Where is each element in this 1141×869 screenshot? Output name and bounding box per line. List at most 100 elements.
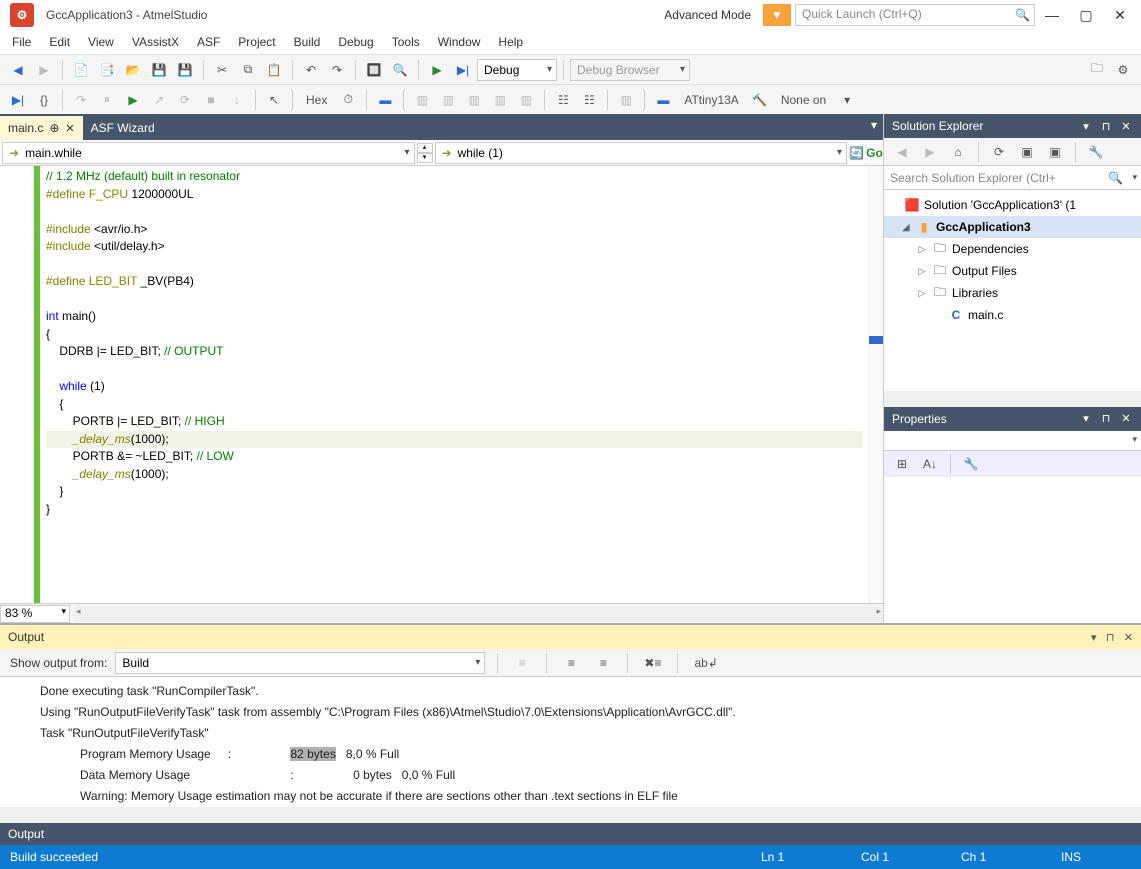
tree-solution[interactable]: 🟥 Solution 'GccApplication3' (1 — [884, 194, 1141, 216]
watch-icon[interactable]: ▥ — [614, 88, 638, 112]
fwd-icon[interactable]: ▶ — [918, 140, 942, 164]
window1-icon[interactable]: ▥ — [410, 88, 434, 112]
h-scrollbar[interactable] — [884, 391, 1141, 407]
pin-icon[interactable]: ⊓ — [1106, 632, 1115, 644]
menu-asf[interactable]: ASF — [197, 35, 220, 49]
save-icon[interactable]: 💾 — [147, 58, 171, 82]
h-scrollbar[interactable] — [0, 807, 1141, 823]
restart-icon[interactable]: ⟳ — [173, 88, 197, 112]
tab-output[interactable]: Output — [8, 827, 44, 841]
hex-button[interactable]: Hex — [299, 88, 334, 112]
redo-icon[interactable]: ↷ — [325, 58, 349, 82]
undo-icon[interactable]: ↶ — [299, 58, 323, 82]
toolbox-icon[interactable]: 🗀 — [1085, 58, 1109, 82]
tool-label[interactable]: None on — [774, 88, 833, 112]
pin-icon[interactable]: ⊕ — [49, 121, 59, 135]
step-icon[interactable]: ↓ — [225, 88, 249, 112]
minimize-button[interactable]: — — [1035, 3, 1069, 27]
output-text[interactable]: Done executing task "RunCompilerTask". U… — [0, 677, 1141, 807]
menu-edit[interactable]: Edit — [49, 35, 70, 49]
menu-vassistx[interactable]: VAssistX — [132, 35, 179, 49]
panel-menu-icon[interactable]: ▾ — [1079, 120, 1093, 133]
menu-build[interactable]: Build — [294, 35, 321, 49]
refresh-icon[interactable]: ⟳ — [987, 140, 1011, 164]
save-all-icon[interactable]: 💾 — [173, 58, 197, 82]
brackets-icon[interactable]: {} — [32, 88, 56, 112]
tab-overflow-icon[interactable]: ▾ — [871, 118, 877, 132]
advanced-mode-label[interactable]: Advanced Mode — [656, 6, 759, 24]
home-icon[interactable]: ⌂ — [946, 140, 970, 164]
add-item-icon[interactable]: 📑 — [95, 58, 119, 82]
stop-icon[interactable]: ■ — [199, 88, 223, 112]
tab-asf-wizard[interactable]: ASF Wizard — [83, 116, 163, 140]
sort-icon[interactable]: A↓ — [918, 452, 942, 476]
solution-search-input[interactable]: Search Solution Explorer (Ctrl+ 🔍 ▾ — [884, 166, 1141, 190]
cut-icon[interactable]: ✂ — [210, 58, 234, 82]
options-icon[interactable]: ⚙ — [1111, 58, 1135, 82]
find-message-icon[interactable]: ≡ — [510, 651, 534, 675]
io-icon[interactable]: ☷ — [577, 88, 601, 112]
tree-main-c[interactable]: C main.c — [884, 304, 1141, 326]
filter-icon[interactable]: ▼ — [763, 4, 791, 26]
show-all-icon[interactable]: ▣ — [1043, 140, 1067, 164]
h-scrollbar[interactable] — [74, 606, 883, 622]
step-into-icon[interactable]: ▶| — [6, 88, 30, 112]
tree-dependencies[interactable]: ▷ 🗀 Dependencies — [884, 238, 1141, 260]
nav-back-icon[interactable]: ◀ — [6, 58, 30, 82]
hammer-icon[interactable]: 🔨 — [748, 88, 772, 112]
panel-menu-icon[interactable]: ▾ — [1079, 412, 1093, 425]
window4-icon[interactable]: ▥ — [488, 88, 512, 112]
register-icon[interactable]: ☷ — [551, 88, 575, 112]
panel-menu-icon[interactable]: ▾ — [1091, 632, 1097, 644]
output-source-combo[interactable]: Build — [115, 652, 485, 674]
find-next-icon[interactable]: 🔍 — [388, 58, 412, 82]
dropdown-icon[interactable]: ▾ — [835, 88, 859, 112]
pin-icon[interactable]: ⊓ — [1099, 120, 1113, 133]
go-button[interactable]: 🔄Go — [849, 146, 883, 160]
tab-main-c[interactable]: main.c ⊕ ✕ — [0, 116, 83, 140]
menu-window[interactable]: Window — [438, 35, 481, 49]
find-icon[interactable]: 🔲 — [362, 58, 386, 82]
gauge-icon[interactable]: ⏱ — [336, 88, 360, 112]
next-icon[interactable]: ≡ — [591, 651, 615, 675]
menu-tools[interactable]: Tools — [392, 35, 420, 49]
new-project-icon[interactable]: 📄 — [69, 58, 93, 82]
cursor-icon[interactable]: ↖ — [262, 88, 286, 112]
categorize-icon[interactable]: ⊞ — [890, 452, 914, 476]
close-icon[interactable]: ✕ — [1119, 120, 1133, 133]
tree-libraries[interactable]: ▷ 🗀 Libraries — [884, 282, 1141, 304]
zoom-combo[interactable]: 83 % — [0, 605, 70, 623]
nav-fwd-icon[interactable]: ▶ — [32, 58, 56, 82]
chevron-down-icon[interactable]: ▾ — [1132, 172, 1137, 183]
menu-view[interactable]: View — [88, 35, 114, 49]
clear-icon[interactable]: ✖≡ — [640, 651, 665, 675]
quick-launch-input[interactable]: Quick Launch (Ctrl+Q) 🔍 — [795, 4, 1035, 26]
pin-icon[interactable]: ⊓ — [1099, 412, 1113, 425]
properties-icon[interactable]: 🔧 — [1084, 140, 1108, 164]
window3-icon[interactable]: ▥ — [462, 88, 486, 112]
close-icon[interactable]: ✕ — [65, 122, 74, 135]
collapse-icon[interactable]: ▣ — [1015, 140, 1039, 164]
copy-icon[interactable]: ⧉ — [236, 58, 260, 82]
maximize-button[interactable]: ▢ — [1069, 3, 1103, 27]
back-icon[interactable]: ◀ — [890, 140, 914, 164]
window2-icon[interactable]: ▥ — [436, 88, 460, 112]
continue-icon[interactable]: ▶ — [121, 88, 145, 112]
code-editor[interactable]: // 1.2 MHz (default) built in resonator … — [0, 166, 883, 603]
device-label[interactable]: ATtiny13A — [677, 88, 745, 112]
step-over-icon[interactable]: ↷ — [69, 88, 93, 112]
member-combo[interactable]: ➜ while (1) — [435, 142, 848, 164]
wrap-icon[interactable]: ab↲ — [690, 651, 721, 675]
wrench-icon[interactable]: 🔧 — [959, 452, 983, 476]
step-out-icon[interactable]: ↗ — [147, 88, 171, 112]
close-button[interactable]: ✕ — [1103, 3, 1137, 27]
menu-debug[interactable]: Debug — [338, 35, 373, 49]
start-debug-icon[interactable]: ▶ — [425, 58, 449, 82]
tree-output-files[interactable]: ▷ 🗀 Output Files — [884, 260, 1141, 282]
debug-browser-combo[interactable]: Debug Browser — [570, 59, 690, 81]
menu-file[interactable]: File — [12, 35, 31, 49]
memory-icon[interactable]: ▬ — [373, 88, 397, 112]
window5-icon[interactable]: ▥ — [514, 88, 538, 112]
pause-icon[interactable]: ⏸ — [95, 88, 119, 112]
prev-icon[interactable]: ≡ — [559, 651, 583, 675]
